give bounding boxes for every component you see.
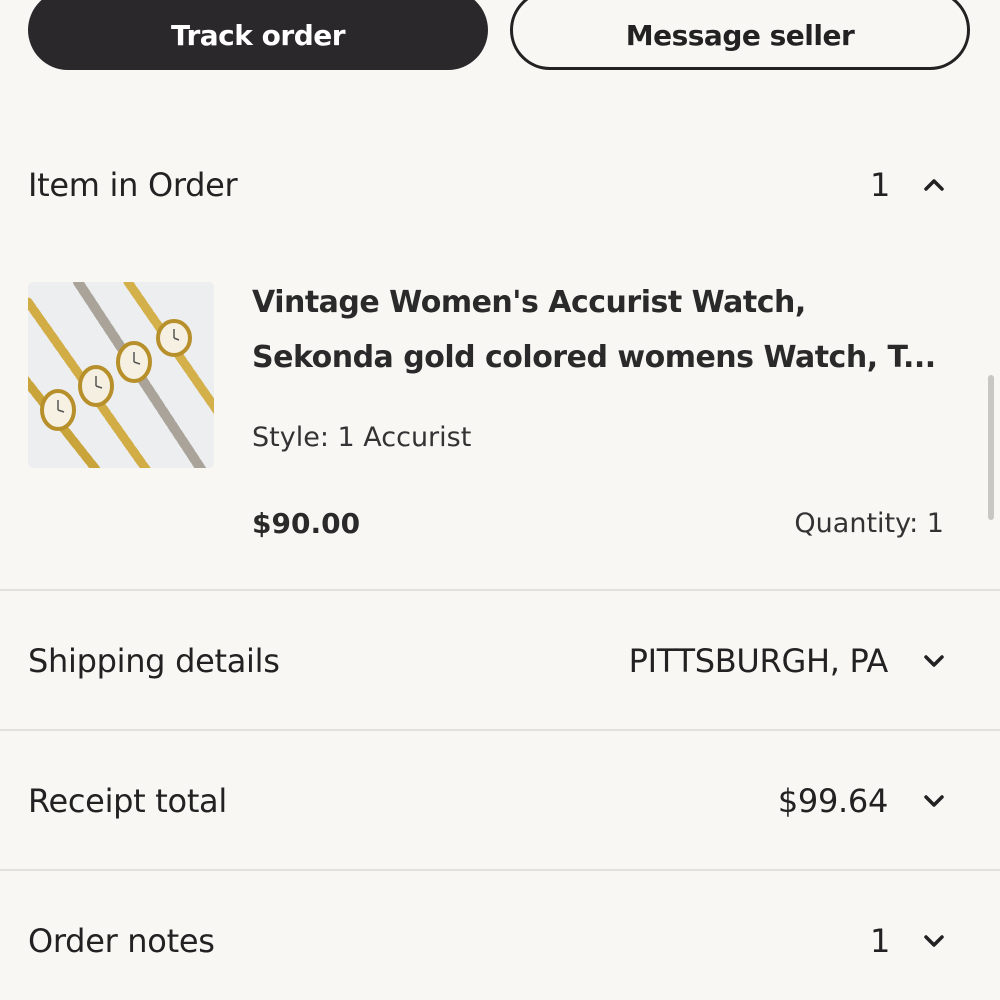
message-seller-label: Message seller xyxy=(625,18,855,52)
item-quantity: Quantity: 1 xyxy=(794,508,944,539)
divider xyxy=(0,729,1000,731)
track-order-label: Track order xyxy=(170,18,346,52)
message-seller-button[interactable]: Message seller xyxy=(510,0,970,70)
chevron-down-icon[interactable] xyxy=(920,787,948,815)
items-section-label: Item in Order xyxy=(28,166,238,204)
item-title-line-2[interactable]: Sekonda gold colored womens Watch, T... xyxy=(252,340,936,375)
item-price: $90.00 xyxy=(252,507,361,540)
item-thumbnail[interactable] xyxy=(28,282,214,468)
track-order-button[interactable]: Track order xyxy=(28,0,488,70)
item-title-line-1[interactable]: Vintage Women's Accurist Watch, xyxy=(252,285,806,320)
shipping-details-label: Shipping details xyxy=(28,642,280,680)
item-style: Style: 1 Accurist xyxy=(252,422,472,453)
chevron-down-icon[interactable] xyxy=(920,927,948,955)
chevron-up-icon[interactable] xyxy=(920,171,948,199)
divider xyxy=(0,869,1000,871)
chevron-down-icon[interactable] xyxy=(920,647,948,675)
shipping-location: PITTSBURGH, PA xyxy=(628,642,889,680)
order-notes-count: 1 xyxy=(869,922,890,960)
divider xyxy=(0,589,1000,591)
receipt-total-label: Receipt total xyxy=(28,782,227,820)
items-count: 1 xyxy=(869,166,890,204)
receipt-total-value: $99.64 xyxy=(777,782,888,820)
scrollbar[interactable] xyxy=(988,375,994,520)
order-notes-label: Order notes xyxy=(28,922,215,960)
watch-photo-image xyxy=(28,282,214,468)
